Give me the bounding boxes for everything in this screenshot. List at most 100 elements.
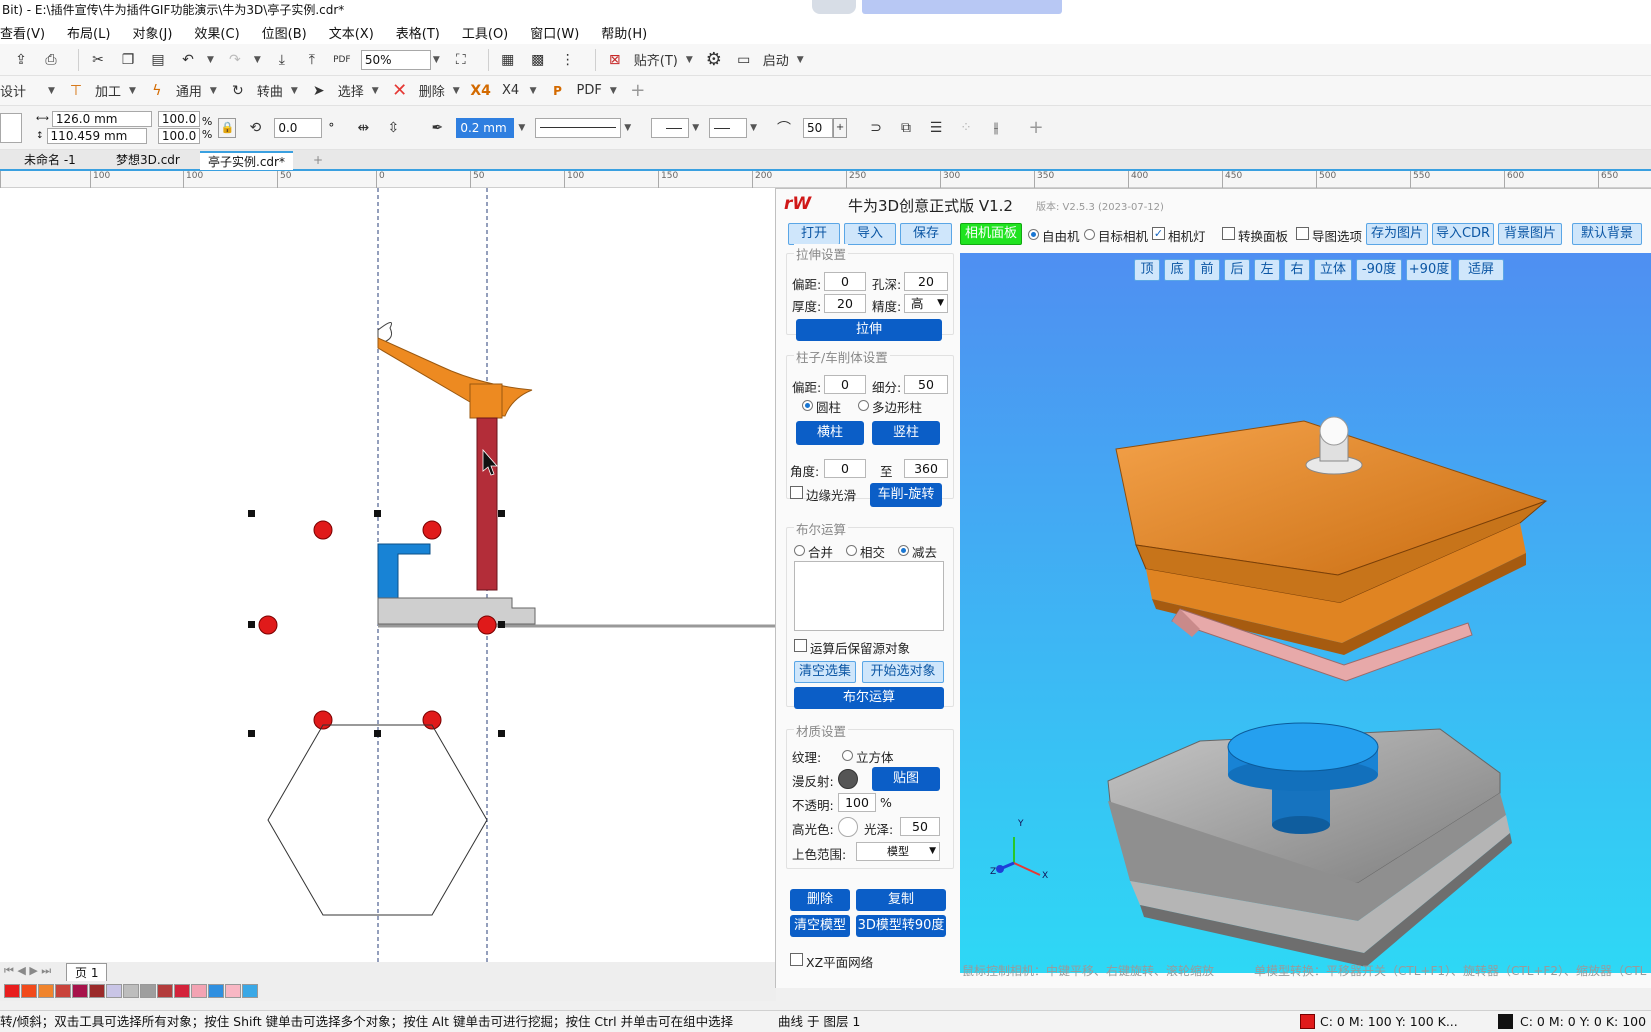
open-button[interactable]: 打开	[788, 223, 840, 245]
launch-icon[interactable]: ▭	[733, 48, 755, 72]
menu-help[interactable]: 帮助(H)	[601, 23, 647, 42]
general-button[interactable]: 通用	[176, 79, 202, 103]
palette-swatch[interactable]	[89, 984, 105, 998]
pdf-button[interactable]: PDF	[577, 79, 602, 103]
new-tab-plus-icon[interactable]: +	[305, 151, 331, 170]
outline-width-input[interactable]: 0.2 mm	[456, 117, 515, 138]
menu-layout[interactable]: 布局(L)	[67, 23, 110, 42]
guidelines-icon[interactable]: ⋮	[557, 48, 579, 72]
fullscreen-icon[interactable]: ⛶	[450, 48, 472, 72]
hole-depth-input[interactable]: 20	[904, 272, 948, 291]
xz-grid-checkbox[interactable]	[790, 953, 803, 966]
menu-view[interactable]: 查看(V)	[0, 23, 45, 42]
doc-tab-untitled[interactable]: 未命名 -1	[16, 151, 84, 170]
view-back-button[interactable]: 后	[1224, 259, 1250, 281]
gloss-input[interactable]: 50	[900, 817, 940, 836]
switch-panel-checkbox[interactable]	[1222, 227, 1235, 240]
grid-icon[interactable]: ▩	[527, 48, 549, 72]
rotate-minus-90-button[interactable]: -90度	[1356, 259, 1402, 281]
convert-curve-icon[interactable]: ↻	[227, 79, 249, 103]
palette-swatch[interactable]	[4, 984, 20, 998]
end-arrow-select[interactable]	[709, 117, 748, 138]
palette-swatch[interactable]	[225, 984, 241, 998]
view-right-button[interactable]: 右	[1284, 259, 1310, 281]
page-nav-arrows-icon[interactable]: ⏮ ◀ ▶ ⏭	[4, 964, 51, 978]
view-left-button[interactable]: 左	[1254, 259, 1280, 281]
angle-from-input[interactable]: 0	[824, 459, 866, 478]
subdivision-input[interactable]: 50	[904, 375, 948, 394]
extrude-button[interactable]: 拉伸	[796, 319, 942, 341]
delete-button[interactable]: 删除	[419, 79, 445, 103]
pen-icon[interactable]: ✒	[426, 116, 448, 140]
doc-tab-pavilion[interactable]: 亭子实例.cdr*	[200, 151, 293, 170]
copy-icon[interactable]: ❐	[117, 48, 139, 72]
view-bottom-button[interactable]: 底	[1164, 259, 1190, 281]
wrap-text-icon[interactable]: ☰	[925, 116, 947, 140]
align-icon[interactable]: ⫲	[985, 116, 1007, 140]
scale-height-input[interactable]: 100.0	[157, 128, 200, 144]
doc-tab-dream3d[interactable]: 梦想3D.cdr	[108, 151, 188, 170]
menu-bitmaps[interactable]: 位图(B)	[262, 23, 307, 42]
start-arrow-select[interactable]	[651, 117, 690, 138]
mirror-h-icon[interactable]: ⇹	[352, 116, 374, 140]
drawing-canvas[interactable]	[0, 188, 776, 962]
cylinder-radio[interactable]	[802, 400, 813, 411]
pdf-export-icon[interactable]: PDF	[331, 48, 353, 72]
cube-radio[interactable]	[842, 750, 853, 761]
union-radio[interactable]	[794, 545, 805, 556]
palette-swatch[interactable]	[21, 984, 37, 998]
palette-swatch[interactable]	[55, 984, 71, 998]
process-button[interactable]: 加工	[95, 79, 121, 103]
launch-button[interactable]: 启动	[763, 48, 789, 72]
smooth-input[interactable]: 50	[803, 117, 834, 138]
outline-width-dropdown[interactable]: ▼	[518, 123, 525, 133]
export-opt-checkbox[interactable]	[1296, 227, 1309, 240]
select-button[interactable]: 选择	[338, 79, 364, 103]
palette-swatch[interactable]	[242, 984, 258, 998]
select-arrow-icon[interactable]: ➤	[308, 79, 330, 103]
line-style-select[interactable]	[535, 117, 622, 138]
rotate-plus-90-button[interactable]: +90度	[1406, 259, 1452, 281]
height-input[interactable]: 110.459 mm	[46, 128, 147, 144]
column-offset-input[interactable]: 0	[824, 375, 866, 394]
clear-model-button[interactable]: 清空模型	[790, 915, 850, 937]
menu-text[interactable]: 文本(X)	[329, 23, 374, 42]
menu-window[interactable]: 窗口(W)	[530, 23, 579, 42]
x4-button[interactable]: X4	[500, 79, 522, 103]
copy-model-button[interactable]: 复制	[856, 889, 946, 911]
dots-icon[interactable]: ⁘	[955, 116, 977, 140]
free-cam-radio[interactable]	[1028, 229, 1039, 240]
intersect-radio[interactable]	[846, 545, 857, 556]
upload-icon[interactable]: ⇪	[10, 48, 32, 72]
palette-swatch[interactable]	[191, 984, 207, 998]
extrude-offset-input[interactable]: 0	[824, 272, 866, 291]
palette-swatch[interactable]	[140, 984, 156, 998]
smooth-edge-checkbox[interactable]	[790, 486, 803, 499]
camera-panel-button[interactable]: 相机面板	[960, 223, 1022, 245]
pdf-icon[interactable]: P	[547, 79, 569, 103]
save-button[interactable]: 保存	[900, 223, 952, 245]
view-3d-button[interactable]: 立体	[1314, 259, 1352, 281]
3d-viewport[interactable]: Y X Z 顶 底 前 后 左 右 立体 -90度 +90度 适屏	[960, 253, 1651, 973]
lock-ratio-icon[interactable]: 🔒	[218, 117, 237, 138]
diffuse-color-swatch[interactable]	[838, 769, 858, 789]
options-gear-icon[interactable]: ⚙	[703, 48, 725, 72]
precision-select[interactable]: 高 ▼	[904, 294, 948, 313]
snap-button[interactable]: 贴齐(T)	[634, 48, 678, 72]
export-icon[interactable]: ⤒	[301, 48, 323, 72]
position-input[interactable]	[0, 112, 22, 143]
target-cam-radio[interactable]	[1084, 229, 1095, 240]
angle-to-input[interactable]: 360	[904, 459, 948, 478]
bg-image-button[interactable]: 背景图片	[1498, 223, 1562, 245]
paste-icon[interactable]: ▤	[147, 48, 169, 72]
fit-screen-button[interactable]: 适屏	[1458, 259, 1504, 281]
design-button[interactable]: 设计	[0, 79, 26, 103]
clear-selection-button[interactable]: 清空选集	[794, 661, 856, 683]
process-icon[interactable]: ⊤	[65, 79, 87, 103]
import-button[interactable]: 导入	[844, 223, 896, 245]
boolean-object-list[interactable]	[794, 561, 944, 631]
palette-swatch[interactable]	[123, 984, 139, 998]
opacity-input[interactable]: 100	[838, 793, 876, 812]
delete-x-icon[interactable]: ✕	[389, 79, 411, 103]
convert-curve-button[interactable]: 转曲	[257, 79, 283, 103]
